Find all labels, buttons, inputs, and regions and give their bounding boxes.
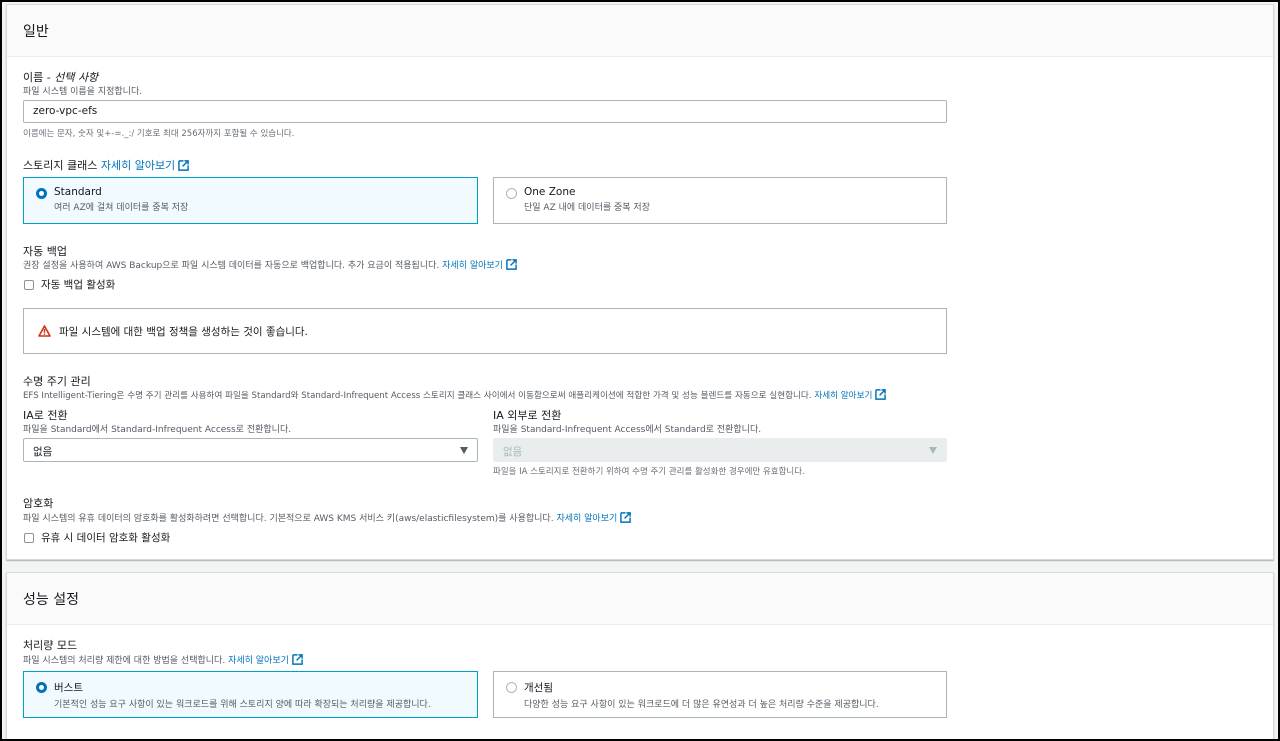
out-of-ia-select-value: 없음 xyxy=(503,446,523,458)
backup-checkbox[interactable] xyxy=(24,280,34,290)
throughput-bursting-tile[interactable]: 버스트 기본적인 성능 요구 사항이 있는 워크로드를 위해 스토리지 양에 따… xyxy=(23,671,478,718)
out-of-ia-desc: 파일을 Standard-Infrequent Access에서 Standar… xyxy=(493,425,762,435)
encryption-label: 암호화 xyxy=(23,497,54,510)
backup-warning-alert: 파일 시스템에 대한 백업 정책을 생성하는 것이 좋습니다. xyxy=(23,308,947,354)
out-of-ia-select: 없음 xyxy=(493,438,947,462)
throughput-learn-more-link[interactable]: 자세히 알아보기 xyxy=(228,654,303,666)
throughput-desc-text: 파일 시스템의 처리량 제한에 대한 방법을 선택합니다. xyxy=(23,656,226,666)
performance-panel: 성능 설정 처리량 모드 파일 시스템의 처리량 제한에 대한 방법을 선택합니… xyxy=(6,572,1274,739)
name-optional-text: 선택 사항 xyxy=(54,71,99,84)
name-hint: 이름에는 문자, 숫자 및+-=._:/ 기호로 최대 256자까지 포함될 수… xyxy=(23,129,295,139)
throughput-bursting-title: 버스트 xyxy=(54,682,83,694)
lifecycle-desc-text: EFS Intelligent-Tiering은 수명 주기 관리를 사용하여 … xyxy=(23,391,812,401)
backup-learn-more-text: 자세히 알아보기 xyxy=(442,261,503,271)
external-link-icon xyxy=(875,389,887,400)
backup-label: 자동 백업 xyxy=(23,245,67,258)
external-link-icon xyxy=(506,259,517,270)
encryption-desc-text: 파일 시스템의 유휴 데이터의 암호화를 활성화하려면 선택합니다. 기본적으로… xyxy=(23,514,554,524)
to-ia-desc: 파일을 Standard에서 Standard-Infrequent Acces… xyxy=(23,425,292,435)
storage-class-learn-more-text: 자세히 알아보기 xyxy=(100,159,176,172)
caret-down-icon xyxy=(460,447,468,454)
encryption-checkbox[interactable] xyxy=(24,533,34,543)
encryption-learn-more-link[interactable]: 자세히 알아보기 xyxy=(556,512,632,524)
encryption-learn-more-text: 자세히 알아보기 xyxy=(556,514,618,524)
throughput-enhanced-radio[interactable] xyxy=(506,682,517,693)
storage-class-onezone-tile[interactable]: One Zone 단일 AZ 내에 데이터를 중복 저장 xyxy=(493,177,947,224)
throughput-desc: 파일 시스템의 처리량 제한에 대한 방법을 선택합니다. 자세히 알아보기 xyxy=(23,653,303,666)
storage-class-onezone-desc: 단일 AZ 내에 데이터를 중복 저장 xyxy=(524,203,650,213)
throughput-enhanced-tile[interactable]: 개선됨 다양한 성능 요구 사항이 있는 워크로드에 더 많은 유연성과 더 높… xyxy=(493,671,947,718)
throughput-learn-more-text: 자세히 알아보기 xyxy=(228,656,289,666)
backup-desc-text: 권장 설정을 사용하여 AWS Backup으로 파일 시스템 데이터를 자동으… xyxy=(23,261,440,271)
name-label: 이름 - 선택 사항 xyxy=(23,69,98,85)
storage-class-onezone-title: One Zone xyxy=(524,186,576,198)
general-panel: 일반 이름 - 선택 사항 파일 시스템 이름을 지정합니다. zero-vpc… xyxy=(6,4,1274,560)
warning-icon xyxy=(38,325,51,337)
general-panel-title: 일반 xyxy=(23,23,49,40)
lifecycle-learn-more-text: 자세히 알아보기 xyxy=(814,391,873,401)
throughput-bursting-desc: 기본적인 성능 요구 사항이 있는 워크로드를 위해 스토리지 양에 따라 확장… xyxy=(54,700,431,710)
storage-class-standard-tile[interactable]: Standard 여러 AZ에 걸쳐 데이터를 중복 저장 xyxy=(23,177,478,224)
storage-class-standard-radio[interactable] xyxy=(36,188,47,199)
throughput-enhanced-title: 개선됨 xyxy=(524,682,553,694)
storage-class-learn-more-link[interactable]: 자세히 알아보기 xyxy=(100,159,190,172)
out-of-ia-label: IA 외부로 전환 xyxy=(493,409,562,422)
performance-panel-header: 성능 설정 xyxy=(7,573,1273,625)
backup-checkbox-label[interactable]: 자동 백업 활성화 xyxy=(41,277,115,292)
backup-warning-text: 파일 시스템에 대한 백업 정책을 생성하는 것이 좋습니다. xyxy=(59,325,308,338)
throughput-label: 처리량 모드 xyxy=(23,639,78,652)
encryption-checkbox-label[interactable]: 유휴 시 데이터 암호화 활성화 xyxy=(41,530,170,545)
encryption-desc: 파일 시스템의 유휴 데이터의 암호화를 활성화하려면 선택합니다. 기본적으로… xyxy=(23,511,632,524)
external-link-icon xyxy=(178,160,190,171)
lifecycle-learn-more-link[interactable]: 자세히 알아보기 xyxy=(814,389,887,401)
storage-class-label-text: 스토리지 클래스 xyxy=(23,159,98,172)
backup-desc: 권장 설정을 사용하여 AWS Backup으로 파일 시스템 데이터를 자동으… xyxy=(23,258,517,271)
lifecycle-desc: EFS Intelligent-Tiering은 수명 주기 관리를 사용하여 … xyxy=(23,389,887,401)
backup-learn-more-link[interactable]: 자세히 알아보기 xyxy=(442,259,517,271)
storage-class-label: 스토리지 클래스 자세히 알아보기 xyxy=(23,157,190,173)
general-panel-header: 일반 xyxy=(7,5,1273,57)
to-ia-select-value: 없음 xyxy=(33,446,53,458)
storage-class-standard-desc: 여러 AZ에 걸쳐 데이터를 중복 저장 xyxy=(54,203,189,213)
browser-frame: 일반 이름 - 선택 사항 파일 시스템 이름을 지정합니다. zero-vpc… xyxy=(0,0,1280,741)
throughput-bursting-radio[interactable] xyxy=(36,682,47,693)
external-link-icon xyxy=(620,512,632,523)
caret-down-icon xyxy=(929,447,937,454)
storage-class-standard-title: Standard xyxy=(54,186,102,198)
performance-panel-title: 성능 설정 xyxy=(23,591,79,608)
out-of-ia-hint: 파일을 IA 스토리지로 전환하기 위하여 수명 주기 관리를 활성화한 경우에… xyxy=(493,467,805,477)
name-input-value: zero-vpc-efs xyxy=(33,105,98,117)
storage-class-onezone-radio[interactable] xyxy=(506,188,517,199)
name-label-text: 이름 - xyxy=(23,71,55,84)
lifecycle-label: 수명 주기 관리 xyxy=(23,375,91,388)
throughput-enhanced-desc: 다양한 성능 요구 사항이 있는 워크로드에 더 많은 유연성과 더 높은 처리… xyxy=(524,700,879,710)
name-input[interactable]: zero-vpc-efs xyxy=(23,100,947,123)
to-ia-label: IA로 전환 xyxy=(23,409,68,422)
name-desc: 파일 시스템 이름을 지정합니다. xyxy=(23,87,143,97)
external-link-icon xyxy=(292,654,303,665)
to-ia-select[interactable]: 없음 xyxy=(23,438,478,462)
